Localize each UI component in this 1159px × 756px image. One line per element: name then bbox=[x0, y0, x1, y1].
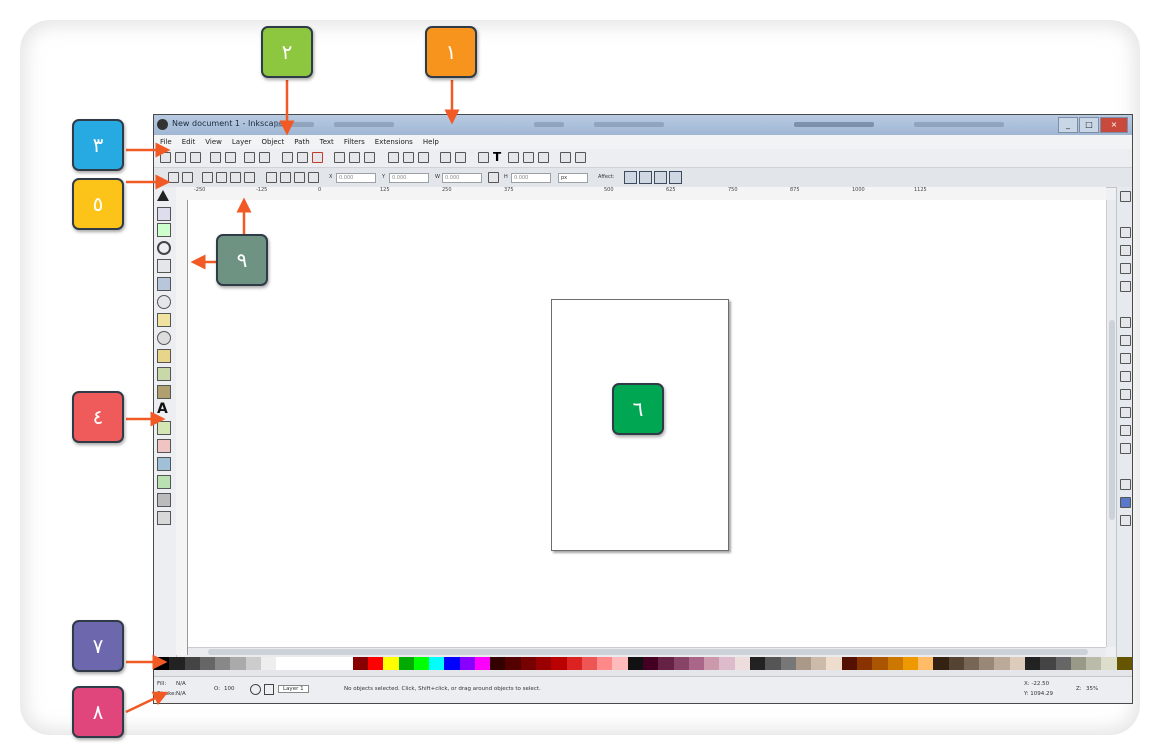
callout-badge-3: ٣ bbox=[72, 119, 124, 171]
callout-number: ١ bbox=[445, 40, 457, 64]
callout-arrows bbox=[125, 80, 460, 714]
callout-badge-9: ٩ bbox=[216, 234, 268, 286]
callout-badge-4: ٤ bbox=[72, 391, 124, 443]
callout-badge-8: ٨ bbox=[72, 686, 124, 738]
callout-badge-5: ٥ bbox=[72, 178, 124, 230]
callout-number: ٩ bbox=[236, 248, 248, 272]
arrow-8 bbox=[125, 691, 169, 714]
callout-badge-2: ٢ bbox=[261, 26, 313, 78]
callout-number: ٤ bbox=[92, 405, 104, 429]
callout-number: ٢ bbox=[281, 40, 293, 64]
callout-number: ٣ bbox=[92, 133, 104, 157]
callout-number: ٦ bbox=[632, 397, 644, 421]
callout-badge-7: ٧ bbox=[72, 620, 124, 672]
callout-badge-6: ٦ bbox=[612, 383, 664, 435]
callout-number: ٥ bbox=[92, 192, 104, 216]
callout-number: ٧ bbox=[92, 634, 104, 658]
callout-number: ٨ bbox=[92, 700, 104, 724]
callout-badge-1: ١ bbox=[425, 26, 477, 78]
